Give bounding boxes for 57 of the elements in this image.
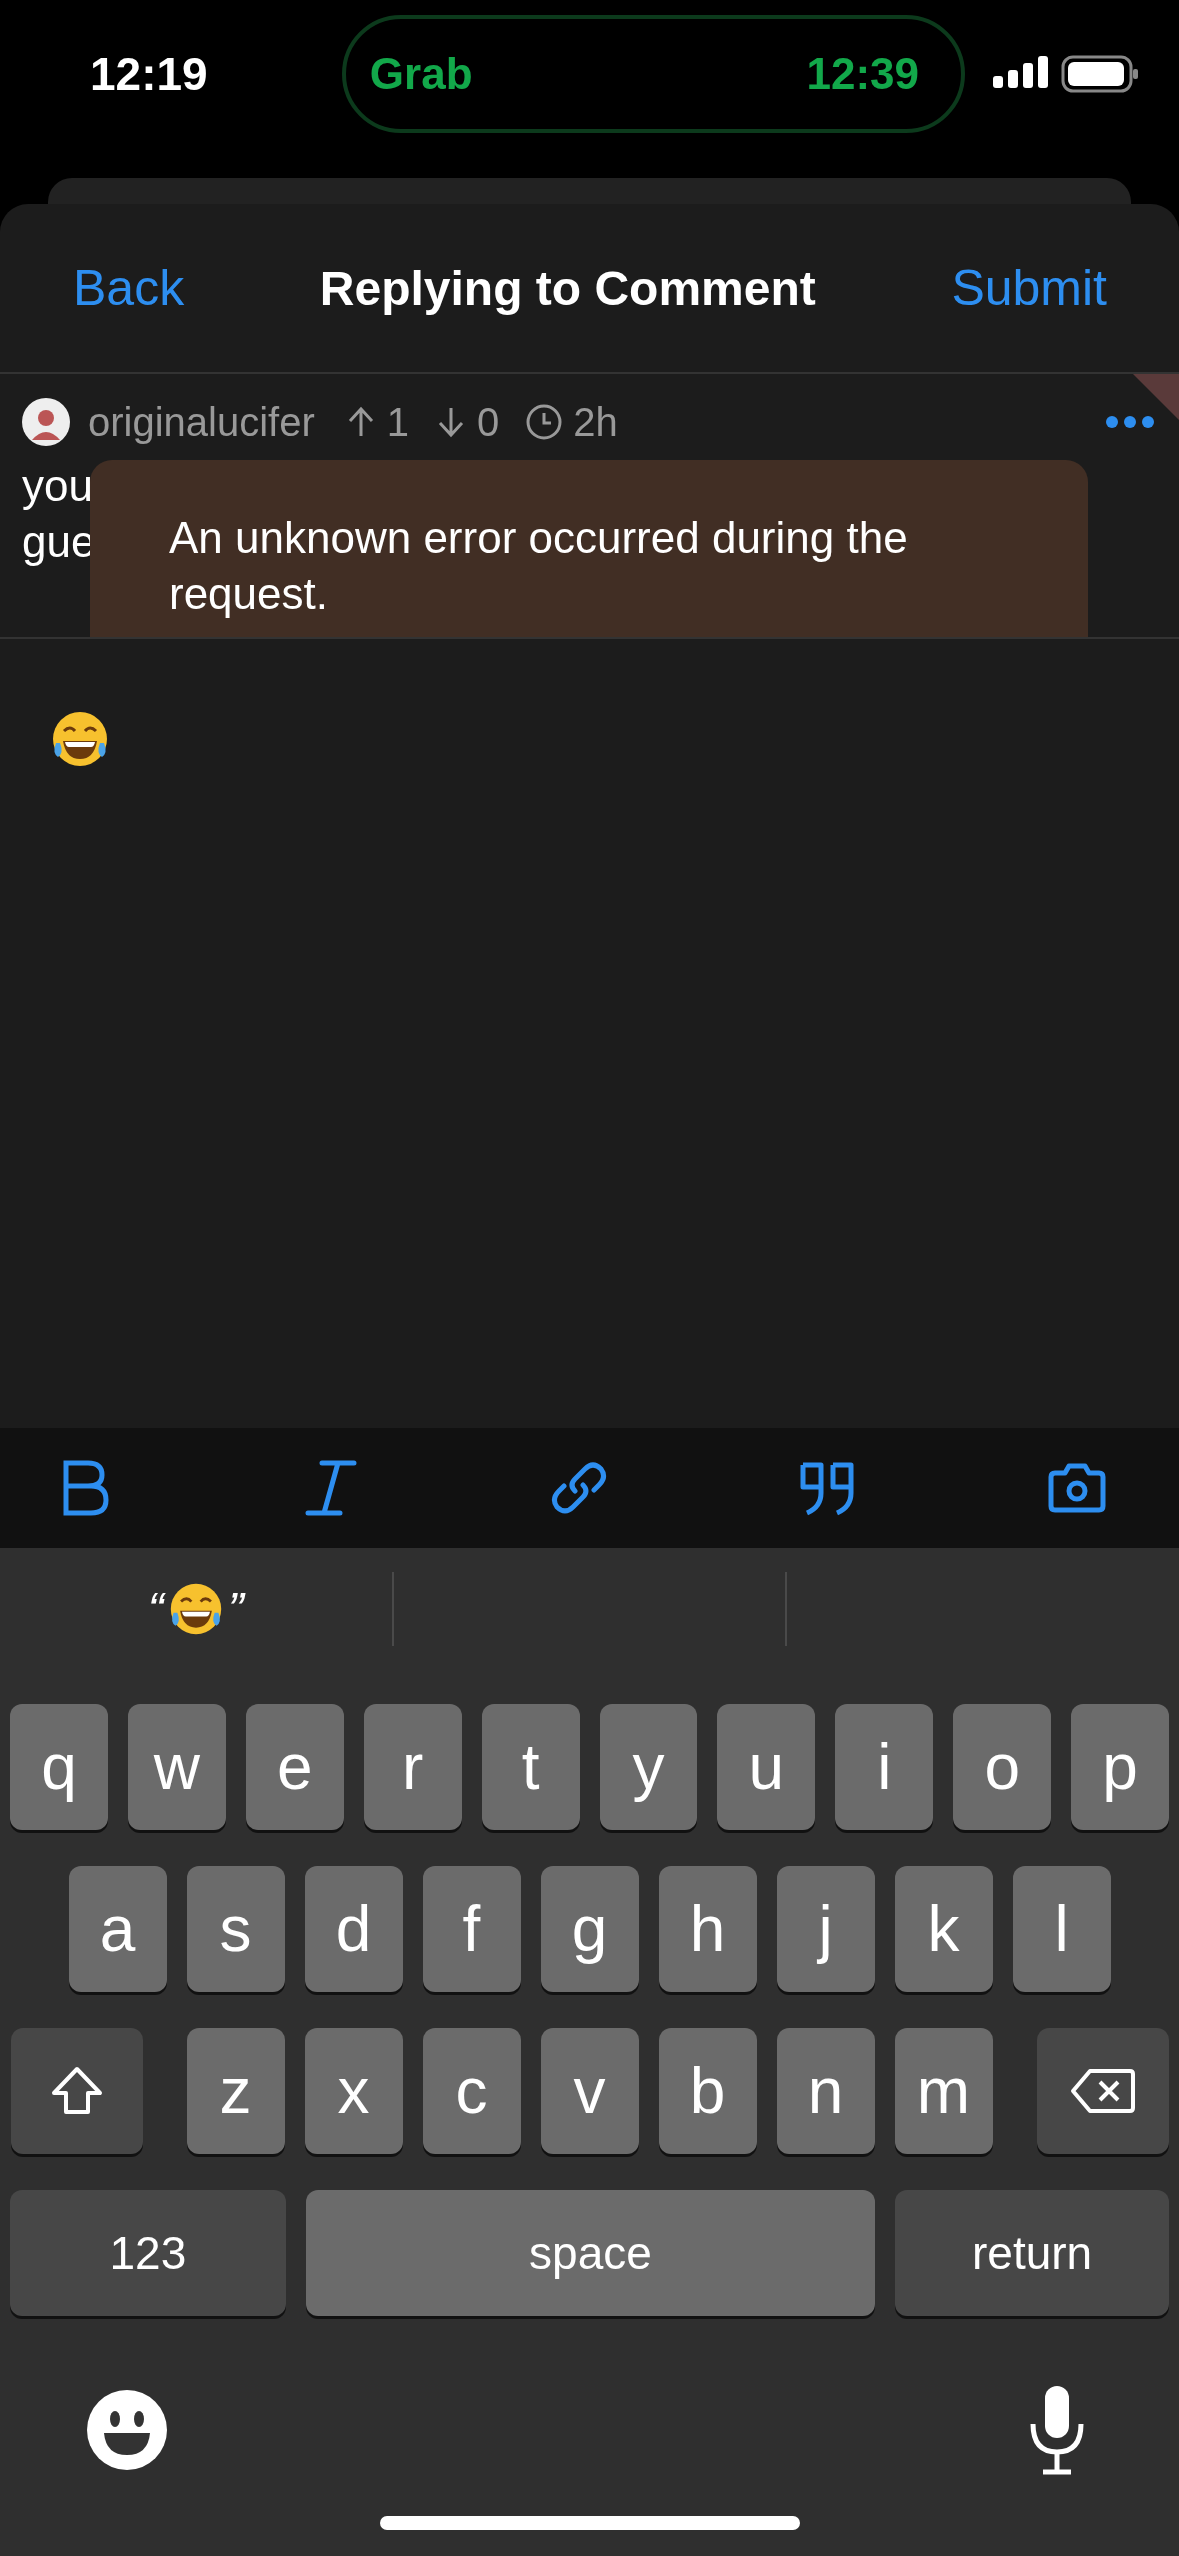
numbers-key[interactable]: 123 xyxy=(10,2190,286,2316)
letter-key[interactable]: m xyxy=(894,2028,993,2154)
letter-key[interactable]: q xyxy=(9,1704,108,1830)
italic-icon[interactable] xyxy=(304,1459,359,1517)
corner-flag-icon xyxy=(1133,374,1179,420)
return-key[interactable]: return xyxy=(895,2190,1169,2316)
island-timer: 12:39 xyxy=(806,49,919,99)
delete-icon xyxy=(1069,2068,1136,2114)
emoji-icon[interactable] xyxy=(86,2389,168,2471)
screen-title: Replying to Comment xyxy=(319,260,816,316)
upvote-count: 1 xyxy=(386,399,410,445)
letter-key[interactable]: g xyxy=(540,1866,639,1992)
letter-key[interactable]: t xyxy=(481,1704,580,1830)
letter-key[interactable]: r xyxy=(363,1704,462,1830)
letter-key[interactable]: d xyxy=(304,1866,403,1992)
letter-key[interactable]: b xyxy=(658,2028,757,2154)
shift-icon xyxy=(49,2066,104,2116)
letter-key[interactable]: y xyxy=(599,1704,698,1830)
space-key[interactable]: space xyxy=(305,2190,876,2316)
letter-key[interactable]: z xyxy=(186,2028,285,2154)
letter-key[interactable]: o xyxy=(953,1704,1052,1830)
camera-icon[interactable] xyxy=(1047,1463,1107,1513)
letter-key[interactable]: k xyxy=(894,1866,993,1992)
letter-key[interactable]: e xyxy=(245,1704,344,1830)
comment-text-line: you xyxy=(22,460,93,512)
letter-key[interactable]: p xyxy=(1071,1704,1170,1830)
laughing-emoji-icon xyxy=(50,709,110,769)
suggestion-item[interactable]: “ ” xyxy=(0,1581,392,1637)
submit-button[interactable]: Submit xyxy=(951,259,1107,317)
error-message: An unknown error occurred during the request. xyxy=(169,512,909,620)
avatar-icon xyxy=(22,398,70,446)
letter-key[interactable]: n xyxy=(776,2028,875,2154)
shift-key[interactable] xyxy=(10,2028,143,2154)
letter-key[interactable]: w xyxy=(127,1704,226,1830)
letter-key[interactable]: f xyxy=(422,1866,521,1992)
letter-key[interactable]: i xyxy=(835,1704,934,1830)
letter-key[interactable]: x xyxy=(304,2028,403,2154)
dynamic-island[interactable]: Grab 12:39 xyxy=(341,15,965,133)
letter-key[interactable]: j xyxy=(776,1866,875,1992)
status-time: 12:19 xyxy=(90,47,209,101)
app-logo: Grab xyxy=(369,49,473,99)
comment-age: 2h xyxy=(573,399,618,445)
battery-icon xyxy=(1061,55,1139,93)
letter-key[interactable]: s xyxy=(186,1866,285,1992)
letter-key[interactable]: u xyxy=(717,1704,816,1830)
comment-author[interactable]: originalucifer xyxy=(88,399,315,445)
letter-key[interactable]: l xyxy=(1012,1866,1111,1992)
letter-key[interactable]: h xyxy=(658,1866,757,1992)
clock-icon xyxy=(525,403,564,441)
more-icon[interactable] xyxy=(1105,415,1155,429)
downvote-count: 0 xyxy=(477,399,500,445)
letter-key[interactable]: v xyxy=(540,2028,639,2154)
letter-key[interactable]: a xyxy=(68,1866,167,1992)
delete-key[interactable] xyxy=(1036,2028,1169,2154)
letter-key[interactable]: c xyxy=(422,2028,521,2154)
back-button[interactable]: Back xyxy=(73,259,185,317)
comment-text-line: gue xyxy=(22,516,96,568)
